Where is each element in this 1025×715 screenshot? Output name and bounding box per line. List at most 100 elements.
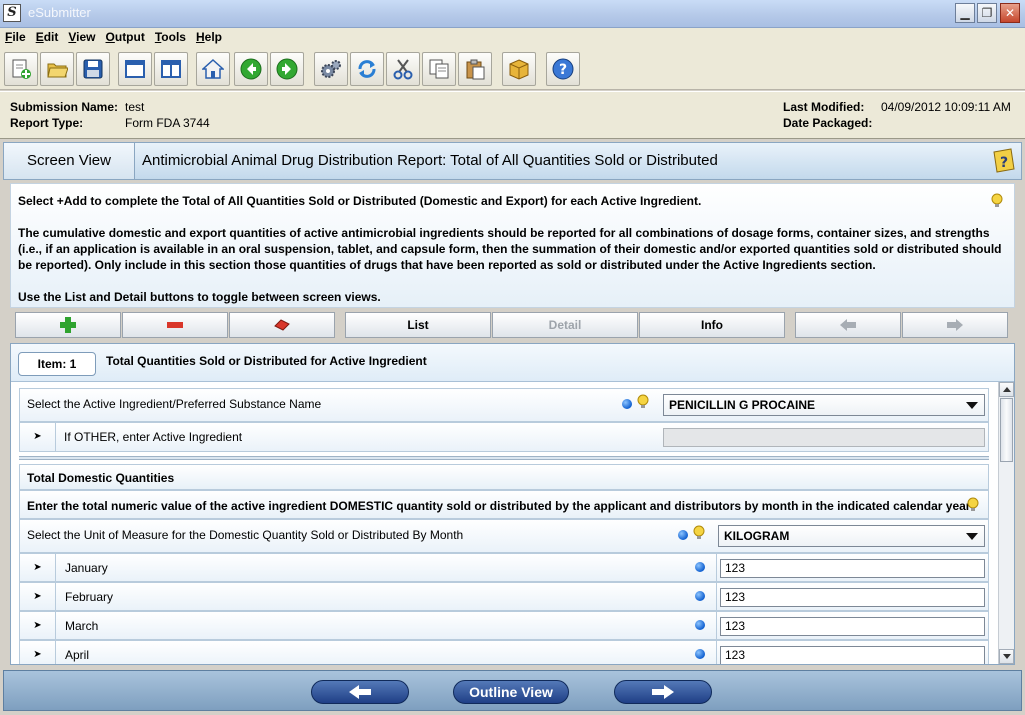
domestic-section-header: Total Domestic Quantities <box>19 464 989 490</box>
restore-button[interactable]: ❐ <box>977 3 997 23</box>
menu-tools[interactable]: Tools <box>150 28 191 44</box>
ingredient-label: Select the Active Ingredient/Preferred S… <box>27 397 322 411</box>
eraser-icon <box>274 319 290 331</box>
month-row-february: ➤ February 123 <box>19 582 989 611</box>
remove-button[interactable] <box>122 312 228 338</box>
march-quantity-input[interactable]: 123 <box>720 617 985 636</box>
lightbulb-icon[interactable] <box>967 497 979 516</box>
split-view-button[interactable] <box>154 52 188 86</box>
close-button[interactable]: ✕ <box>1000 3 1020 23</box>
domestic-instruction-row: Enter the total numeric value of the act… <box>19 490 989 519</box>
uom-row: Select the Unit of Measure for the Domes… <box>19 519 989 553</box>
window-button[interactable] <box>118 52 152 86</box>
save-icon <box>83 59 103 79</box>
info-dot-icon[interactable] <box>678 530 688 540</box>
help-icon: ? <box>552 58 574 80</box>
settings-button[interactable] <box>314 52 348 86</box>
info-button[interactable]: Info <box>639 312 785 338</box>
menu-bar: File Edit View Output Tools Help <box>0 28 1025 48</box>
menu-output[interactable]: Output <box>101 28 150 44</box>
instruction-para-line-3: be reported). Only include in this secti… <box>18 258 876 272</box>
item-header: Item: 1 Total Quantities Sold or Distrib… <box>11 344 1014 382</box>
submission-name-value: test <box>125 100 145 114</box>
scroll-thumb[interactable] <box>1000 398 1013 462</box>
scroll-down-button[interactable] <box>999 649 1014 664</box>
split-view-icon <box>161 60 181 78</box>
instructions-panel: Select +Add to complete the Total of All… <box>10 183 1015 308</box>
january-quantity-input[interactable]: 123 <box>720 559 985 578</box>
forward-button[interactable] <box>270 52 304 86</box>
bottom-navigation: Outline View <box>3 670 1022 711</box>
february-quantity-input[interactable]: 123 <box>720 588 985 607</box>
next-item-button[interactable] <box>902 312 1008 338</box>
row-arrow-icon: ➤ <box>20 641 56 664</box>
ingredient-select[interactable]: PENICILLIN G PROCAINE <box>663 394 985 416</box>
refresh-button[interactable] <box>350 52 384 86</box>
ingredient-row: Select the Active Ingredient/Preferred S… <box>19 388 989 422</box>
next-screen-button[interactable] <box>614 680 712 704</box>
other-ingredient-input[interactable] <box>663 428 985 447</box>
menu-file[interactable]: File <box>0 28 31 44</box>
other-ingredient-row: ➤ If OTHER, enter Active Ingredient <box>19 422 989 452</box>
copy-button[interactable] <box>422 52 456 86</box>
info-dot-icon[interactable] <box>695 620 705 630</box>
submission-name-label: Submission Name: <box>10 100 119 114</box>
month-label: March <box>65 619 99 633</box>
back-button[interactable] <box>234 52 268 86</box>
scroll-up-button[interactable] <box>999 382 1014 397</box>
copy-icon <box>429 59 449 79</box>
add-button[interactable] <box>15 312 121 338</box>
month-row-april: ➤ April 123 <box>19 640 989 664</box>
cut-button[interactable] <box>386 52 420 86</box>
instruction-para-line-1: The cumulative domestic and export quant… <box>18 226 990 240</box>
minimize-button[interactable]: ▁ <box>955 3 975 23</box>
row-arrow-icon: ➤ <box>20 612 56 639</box>
other-ingredient-label: If OTHER, enter Active Ingredient <box>64 430 243 444</box>
menu-view[interactable]: View <box>63 28 100 44</box>
left-arrow-icon <box>349 685 371 699</box>
uom-select[interactable]: KILOGRAM <box>718 525 985 547</box>
month-label: February <box>65 590 114 604</box>
info-dot-icon[interactable] <box>622 399 632 409</box>
april-quantity-input[interactable]: 123 <box>720 646 985 664</box>
menu-help[interactable]: Help <box>191 28 227 44</box>
package-button[interactable] <box>502 52 536 86</box>
vertical-scrollbar[interactable] <box>998 382 1014 664</box>
outline-view-button[interactable]: Outline View <box>453 680 569 704</box>
info-dot-icon[interactable] <box>695 591 705 601</box>
item-title: Total Quantities Sold or Distributed for… <box>106 354 427 368</box>
month-label: April <box>65 648 90 662</box>
info-dot-icon[interactable] <box>695 562 705 572</box>
open-button[interactable] <box>40 52 74 86</box>
lightbulb-icon[interactable] <box>991 193 1003 214</box>
lightbulb-icon[interactable] <box>693 525 705 544</box>
detail-button[interactable]: Detail <box>492 312 638 338</box>
help-button[interactable]: ? <box>546 52 580 86</box>
paste-icon <box>466 59 485 80</box>
plus-icon <box>60 317 76 333</box>
new-document-button[interactable] <box>4 52 38 86</box>
previous-screen-button[interactable] <box>311 680 409 704</box>
date-packaged-label: Date Packaged: <box>783 116 873 130</box>
lightbulb-icon[interactable] <box>637 394 649 413</box>
report-type-value: Form FDA 3744 <box>125 116 210 130</box>
save-button[interactable] <box>76 52 110 86</box>
home-button[interactable] <box>196 52 230 86</box>
screen-view-tab[interactable]: Screen View <box>4 143 135 179</box>
previous-item-button[interactable] <box>795 312 901 338</box>
instruction-line-4: Use the List and Detail buttons to toggl… <box>18 290 381 304</box>
info-dot-icon[interactable] <box>695 649 705 659</box>
screen-header: Screen View Antimicrobial Animal Drug Di… <box>3 142 1022 180</box>
instruction-line-1: Select +Add to complete the Total of All… <box>18 194 702 208</box>
row-arrow-icon: ➤ <box>20 423 56 451</box>
uom-select-value: KILOGRAM <box>724 529 790 543</box>
right-arrow-icon <box>947 319 963 331</box>
help-book-icon[interactable]: ? <box>991 146 1017 177</box>
list-button[interactable]: List <box>345 312 491 338</box>
submission-info: Submission Name: test Report Type: Form … <box>0 91 1025 139</box>
gears-icon <box>321 60 341 78</box>
app-icon: S <box>3 4 21 22</box>
menu-edit[interactable]: Edit <box>31 28 64 44</box>
remove-all-button[interactable] <box>229 312 335 338</box>
paste-button[interactable] <box>458 52 492 86</box>
